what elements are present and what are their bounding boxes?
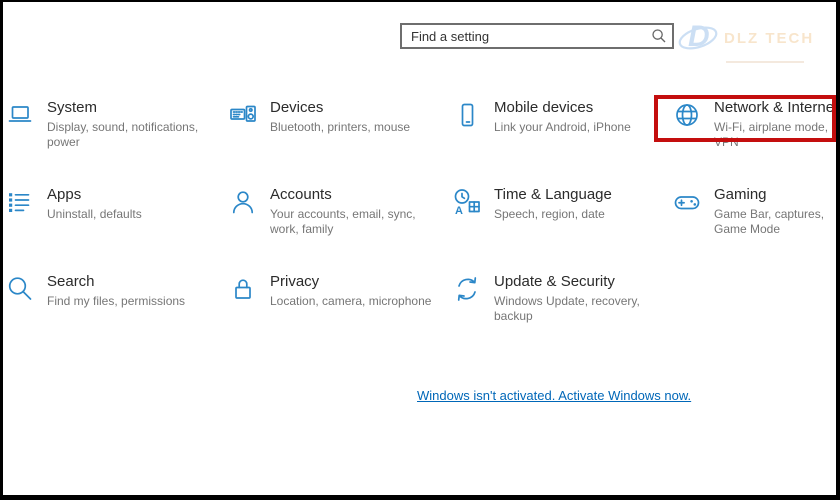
- sync-arrows-icon: [452, 274, 482, 304]
- tile-subtitle: Wi-Fi, airplane mode, VPN: [714, 120, 840, 150]
- tile-subtitle: Game Bar, captures, Game Mode: [714, 207, 840, 237]
- tile-subtitle: Windows Update, recovery, backup: [494, 294, 664, 324]
- search-icon[interactable]: [651, 28, 667, 44]
- tile-subtitle: Speech, region, date: [494, 207, 664, 222]
- magnifier-icon: [5, 274, 35, 304]
- tile-update-security[interactable]: Update & Security Windows Update, recove…: [452, 269, 672, 356]
- tile-subtitle: Find my files, permissions: [47, 294, 217, 309]
- svg-text:D: D: [688, 20, 710, 53]
- tile-title: Devices: [270, 99, 440, 117]
- tile-network-internet[interactable]: Network & Internet Wi-Fi, airplane mode,…: [672, 95, 840, 182]
- keyboard-speaker-icon: [228, 100, 258, 130]
- gamepad-icon: [672, 187, 702, 217]
- tile-devices[interactable]: Devices Bluetooth, printers, mouse: [228, 95, 452, 182]
- tile-subtitle: Link your Android, iPhone: [494, 120, 664, 135]
- dlz-brand-text: DLZ TECH: [724, 30, 814, 47]
- tile-title: Time & Language: [494, 186, 664, 204]
- phone-icon: [452, 100, 482, 130]
- settings-search: [400, 23, 674, 49]
- svg-text:A: A: [455, 205, 463, 217]
- person-icon: [228, 187, 258, 217]
- tile-subtitle: Bluetooth, printers, mouse: [270, 120, 440, 135]
- tile-title: Gaming: [714, 186, 840, 204]
- clock-language-icon: A: [452, 187, 482, 217]
- tile-title: Update & Security: [494, 273, 664, 291]
- laptop-icon: [5, 100, 35, 130]
- tile-subtitle: Display, sound, notifications, power: [47, 120, 217, 150]
- dlz-brand-underline: [726, 61, 804, 63]
- activate-windows-link[interactable]: Windows isn't activated. Activate Window…: [417, 388, 691, 403]
- tile-time-language[interactable]: A Time & Language Speech, region, date: [452, 182, 672, 269]
- tile-mobile-devices[interactable]: Mobile devices Link your Android, iPhone: [452, 95, 672, 182]
- tile-title: Privacy: [270, 273, 440, 291]
- tile-subtitle: Your accounts, email, sync, work, family: [270, 207, 440, 237]
- tile-title: Search: [47, 273, 217, 291]
- tile-privacy[interactable]: Privacy Location, camera, microphone: [228, 269, 452, 356]
- tile-title: Apps: [47, 186, 217, 204]
- lock-icon: [228, 274, 258, 304]
- tile-apps[interactable]: Apps Uninstall, defaults: [5, 182, 228, 269]
- apps-list-icon: [5, 187, 35, 217]
- globe-icon: [672, 100, 702, 130]
- tile-title: Network & Internet: [714, 99, 840, 117]
- settings-category-grid: System Display, sound, notifications, po…: [5, 95, 836, 356]
- dlz-logo-icon: D: [676, 12, 722, 58]
- dlz-tech-watermark: D DLZ TECH: [676, 12, 826, 64]
- tile-subtitle: Uninstall, defaults: [47, 207, 217, 222]
- tile-title: System: [47, 99, 217, 117]
- tile-title: Accounts: [270, 186, 440, 204]
- tile-system[interactable]: System Display, sound, notifications, po…: [5, 95, 228, 182]
- tile-title: Mobile devices: [494, 99, 664, 117]
- tile-accounts[interactable]: Accounts Your accounts, email, sync, wor…: [228, 182, 452, 269]
- tile-gaming[interactable]: Gaming Game Bar, captures, Game Mode: [672, 182, 840, 269]
- search-input[interactable]: [400, 23, 674, 49]
- tile-search[interactable]: Search Find my files, permissions: [5, 269, 228, 356]
- tile-subtitle: Location, camera, microphone: [270, 294, 440, 309]
